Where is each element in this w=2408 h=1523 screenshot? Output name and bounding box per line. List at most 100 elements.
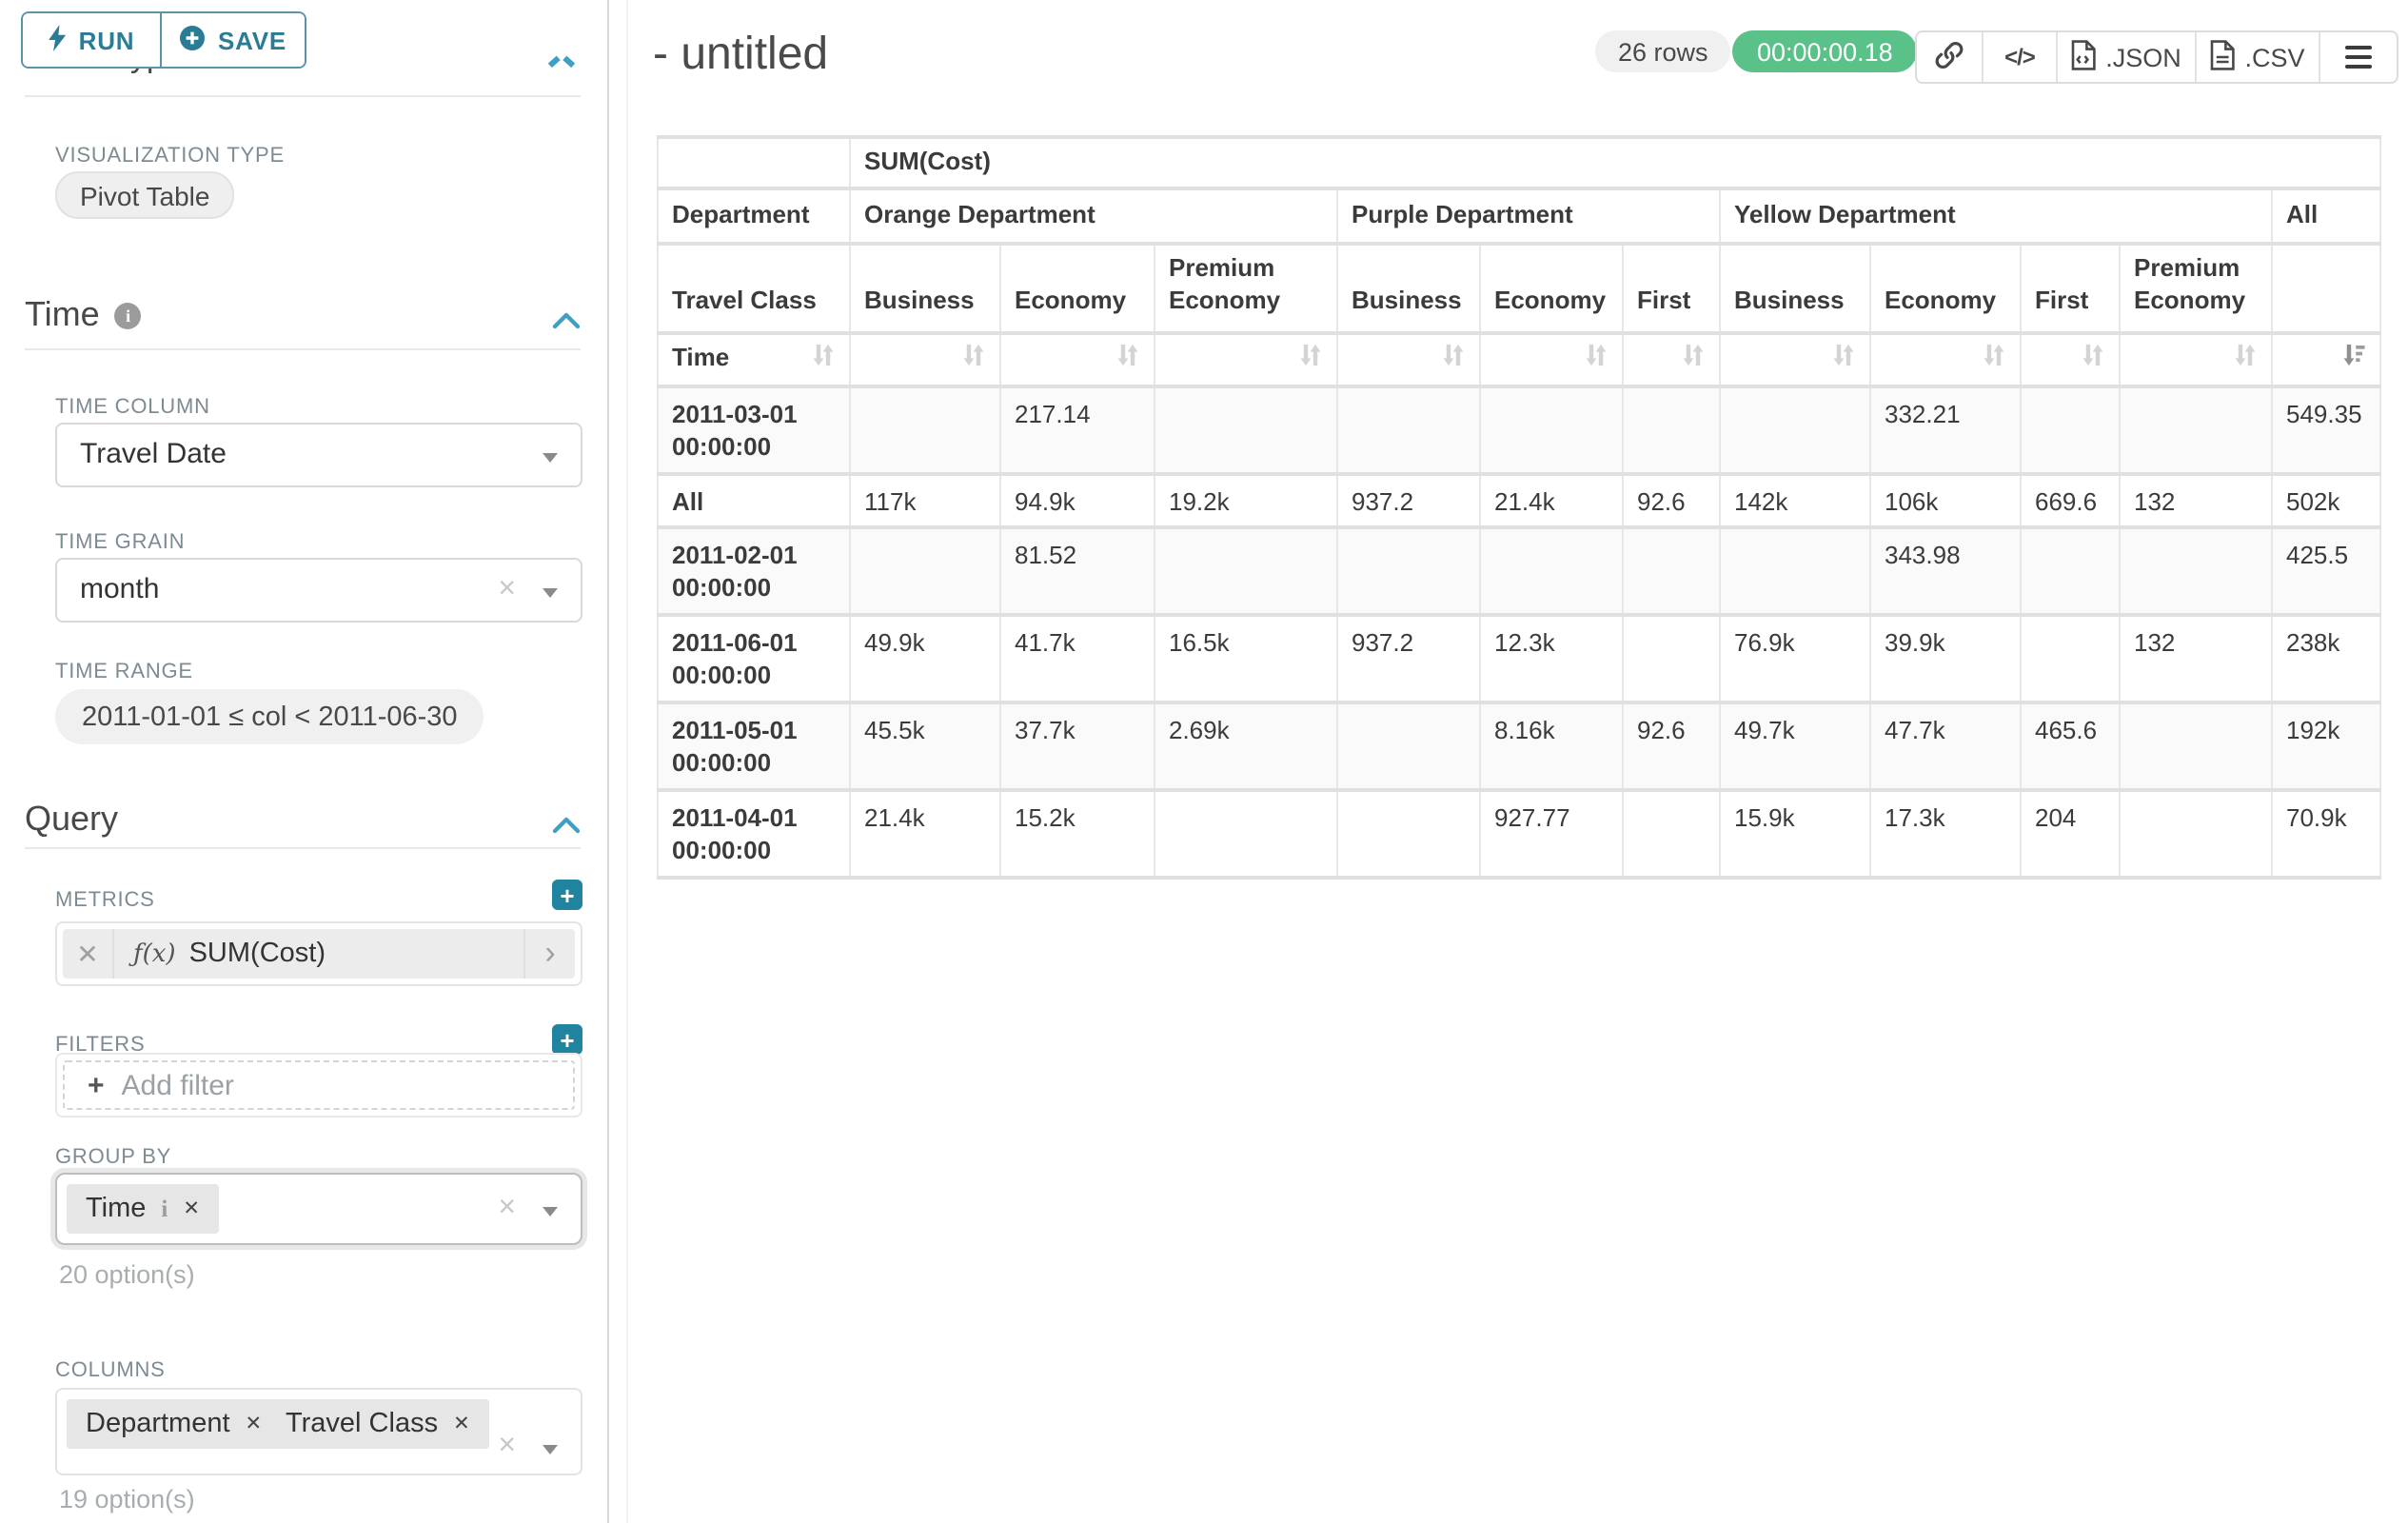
corner-cell [658,137,850,188]
value-cell [850,528,1000,616]
sort-header-cell[interactable] [850,333,1000,386]
view-query-button[interactable]: </> [1982,32,2056,82]
sort-header-cell[interactable] [2120,333,2272,386]
value-cell: 92.6 [1623,702,1720,790]
value-cell [1623,528,1720,616]
export-json-button[interactable]: .JSON [2056,32,2195,82]
more-options-button[interactable] [2319,32,2397,82]
column-header: First [1623,244,1720,333]
time-range-value[interactable]: 2011-01-01 ≤ col < 2011-06-30 [55,689,484,744]
value-cell [850,386,1000,474]
add-metric-button[interactable]: + [552,880,582,910]
value-cell [1623,386,1720,474]
plus-circle-icon [180,24,207,56]
value-cell [1480,528,1623,616]
remove-metric-icon[interactable]: ✕ [63,929,114,979]
share-link-button[interactable] [1917,32,1982,82]
column-header [2272,244,2380,333]
value-cell: 41.7k [1000,615,1155,702]
sort-header-cell[interactable] [1000,333,1155,386]
sort-header-cell[interactable] [1623,333,1720,386]
visualization-type-value[interactable]: Pivot Table [55,171,234,219]
clear-icon[interactable]: × [498,571,516,609]
pivot-table-container: SUM(Cost)DepartmentOrange DepartmentPurp… [657,135,2381,879]
add-filter-button[interactable]: + [552,1024,582,1055]
file-csv-icon [2210,39,2235,75]
export-csv-label: .CSV [2244,43,2304,71]
metric-name: SUM(Cost) [189,939,326,969]
table-row: 2011-02-01 00:00:0081.52343.98425.5 [658,528,2380,616]
column-header: Economy [1480,244,1623,333]
column-header: Economy [1870,244,2021,333]
sort-header-cell[interactable] [1870,333,2021,386]
remove-tag-icon[interactable]: ✕ [246,1413,263,1435]
export-csv-button[interactable]: .CSV [2195,32,2319,82]
metrics-control: ✕ ƒ(x) SUM(Cost) › [55,921,582,986]
row-header: 2011-04-01 00:00:00 [658,790,850,878]
function-icon: ƒ(x) [133,940,176,968]
value-cell: 217.14 [1000,386,1155,474]
query-timer-badge: 00:00:00.18 [1732,30,1918,72]
plus-icon: + [88,1069,105,1101]
columns-select[interactable]: Department ✕ Travel Class ✕ × [55,1388,582,1475]
chart-title[interactable]: - untitled [653,29,828,82]
value-cell: 76.9k [1720,615,1870,702]
sort-header-cell[interactable] [1155,333,1337,386]
value-cell: 142k [1720,473,1870,528]
value-cell [1155,386,1337,474]
value-cell: 2.69k [1155,702,1337,790]
sort-header-cell[interactable]: Time [658,333,850,386]
value-cell [1720,386,1870,474]
time-grain-select[interactable]: month × [55,558,582,623]
value-cell: 21.4k [1480,473,1623,528]
table-row: 2011-05-01 00:00:0045.5k37.7k2.69k8.16k9… [658,702,2380,790]
chevron-right-icon[interactable]: › [523,929,575,979]
time-column-select[interactable]: Travel Date [55,423,582,487]
value-cell: 21.4k [850,790,1000,878]
value-cell: 937.2 [1337,615,1480,702]
sort-header-cell[interactable] [2021,333,2120,386]
value-cell [1337,790,1480,878]
clear-icon[interactable]: × [498,1428,516,1466]
chevron-up-icon[interactable] [552,305,581,339]
remove-tag-icon[interactable]: ✕ [453,1413,470,1435]
run-button[interactable]: RUN [23,13,162,67]
pivot-table: SUM(Cost)DepartmentOrange DepartmentPurp… [657,135,2381,879]
columns-tag[interactable]: Travel Class ✕ [266,1399,489,1449]
sort-header-cell[interactable] [2272,333,2380,386]
code-icon: </> [2004,44,2035,70]
sort-icon [1831,343,1856,377]
section-divider [25,348,581,350]
metric-pill[interactable]: ✕ ƒ(x) SUM(Cost) › [63,929,575,979]
chart-type-collapse-icon[interactable] [563,56,575,68]
save-button[interactable]: SAVE [162,13,305,67]
sort-header-cell[interactable] [1480,333,1623,386]
columns-tag[interactable]: Department ✕ [67,1399,281,1449]
sort-header-cell[interactable] [1720,333,1870,386]
chevron-up-icon[interactable] [552,809,581,843]
chart-type-collapse-icon[interactable] [548,56,560,68]
file-json-icon [2071,39,2096,75]
remove-tag-icon[interactable]: ✕ [183,1197,200,1220]
sort-icon [1584,343,1609,377]
value-cell: 81.52 [1000,528,1155,616]
clear-icon[interactable]: × [498,1190,516,1228]
add-filter-dropzone[interactable]: + Add filter [63,1060,575,1110]
sort-header-cell[interactable] [1337,333,1480,386]
row-count-badge: 26 rows [1595,30,1731,72]
sort-icon [1115,343,1140,377]
group-by-select[interactable]: Time i ✕ × [55,1173,582,1245]
value-cell: 17.3k [1870,790,2021,878]
column-header: Business [1337,244,1480,333]
section-divider [25,847,581,849]
value-cell: 927.77 [1480,790,1623,878]
column-header: Economy [1000,244,1155,333]
group-by-tag[interactable]: Time i ✕ [67,1184,219,1234]
caret-down-icon [543,1445,558,1454]
value-cell [1155,528,1337,616]
sort-icon [1982,343,2006,377]
value-cell [1337,528,1480,616]
value-cell: 132 [2120,473,2272,528]
value-cell: 15.2k [1000,790,1155,878]
column-group-header: Yellow Department [1720,188,2272,244]
